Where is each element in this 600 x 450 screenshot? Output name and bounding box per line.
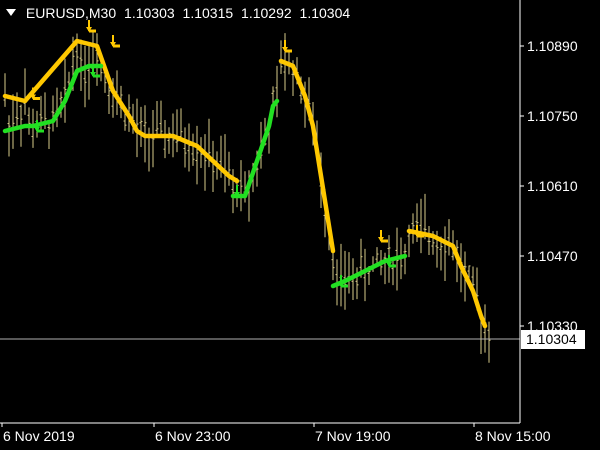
price-bar (139, 106, 143, 147)
price-bar (159, 100, 163, 138)
price-tick-label: 1.10890 (527, 38, 578, 54)
time-tick: 6 Nov 2019 (1, 423, 75, 444)
time-tick-label: 6 Nov 23:00 (155, 428, 231, 444)
price-bar (55, 87, 59, 128)
price-bar (427, 226, 431, 256)
current-price-label: 1.10304 (521, 330, 585, 349)
price-bar (223, 134, 227, 193)
price-bar (63, 58, 67, 123)
price-bar (239, 160, 243, 212)
signal-arrow-icon (110, 35, 120, 48)
indicator-line-2 (230, 98, 280, 199)
price-bar (183, 127, 187, 168)
price-tick: 1.10750 (520, 108, 578, 124)
dropdown-triangle-icon[interactable] (6, 9, 16, 16)
price-bar (411, 213, 415, 244)
time-tick-label: 7 Nov 19:00 (315, 428, 391, 444)
price-bar (31, 108, 35, 148)
quote-close: 1.10304 (299, 5, 351, 21)
price-bar (163, 119, 167, 159)
price-bar (375, 247, 379, 264)
price-chart: 1.108901.107501.106101.104701.10330 6 No… (0, 0, 585, 444)
price-bar (87, 45, 91, 100)
time-tick: 8 Nov 15:00 (473, 423, 551, 444)
price-tick: 1.10890 (520, 38, 578, 54)
price-bar (279, 40, 283, 75)
time-tick: 7 Nov 19:00 (313, 423, 391, 444)
quote-high: 1.10315 (182, 5, 234, 21)
price-tick: 1.10610 (520, 178, 578, 194)
price-bar (211, 140, 215, 192)
price-bar (51, 95, 55, 132)
price-bar (179, 108, 183, 142)
time-tick-label: 8 Nov 15:00 (475, 428, 551, 444)
quote-open: 1.10303 (124, 5, 175, 21)
price-bar (195, 125, 199, 185)
price-bar (447, 219, 451, 256)
price-bar (3, 73, 7, 107)
price-bar (23, 68, 27, 115)
price-bar (363, 248, 367, 302)
signal-arrow-icon (282, 40, 292, 53)
symbol-timeframe: EURUSD,M30 (25, 5, 117, 21)
price-bar (275, 65, 279, 118)
price-bar (175, 109, 179, 153)
price-bar (27, 107, 31, 135)
price-bar (383, 252, 387, 285)
price-bar (151, 110, 155, 168)
price-bar (391, 257, 395, 286)
price-bar (7, 115, 11, 157)
price-tick-label: 1.10610 (527, 178, 578, 194)
price-bar (79, 39, 83, 92)
price-bar (487, 321, 491, 363)
price-tick-label: 1.10470 (527, 248, 578, 264)
price-bar (403, 243, 407, 275)
price-bar (47, 121, 51, 150)
price-bar (191, 133, 195, 166)
price-tick: 1.10470 (520, 248, 578, 264)
time-axis-labels: 6 Nov 2019 6 Nov 23:00 7 Nov 19:00 8 Nov 15… (1, 423, 551, 444)
price-bar (95, 33, 99, 86)
price-bar (11, 94, 15, 149)
time-tick-label: 6 Nov 2019 (3, 428, 75, 444)
price-tick-label: 1.10750 (527, 108, 578, 124)
price-bar (443, 226, 447, 282)
signal-arrow-icon (378, 230, 388, 243)
chart-title: EURUSD,M30 1.10303 1.10315 1.10292 1.103… (6, 4, 354, 22)
price-bar (83, 45, 87, 108)
current-price-value: 1.10304 (526, 331, 577, 347)
price-bar (155, 101, 159, 138)
price-bar (167, 127, 171, 154)
quote-low: 1.10292 (241, 5, 292, 21)
price-bar (419, 198, 423, 254)
price-bar (227, 151, 231, 186)
indicator-line-5 (406, 228, 488, 329)
price-axis-labels: 1.108901.107501.106101.104701.10330 (520, 38, 578, 334)
price-bar (483, 304, 487, 353)
price-bar (187, 123, 191, 172)
price-bar (203, 134, 207, 191)
time-tick: 6 Nov 23:00 (153, 423, 231, 444)
